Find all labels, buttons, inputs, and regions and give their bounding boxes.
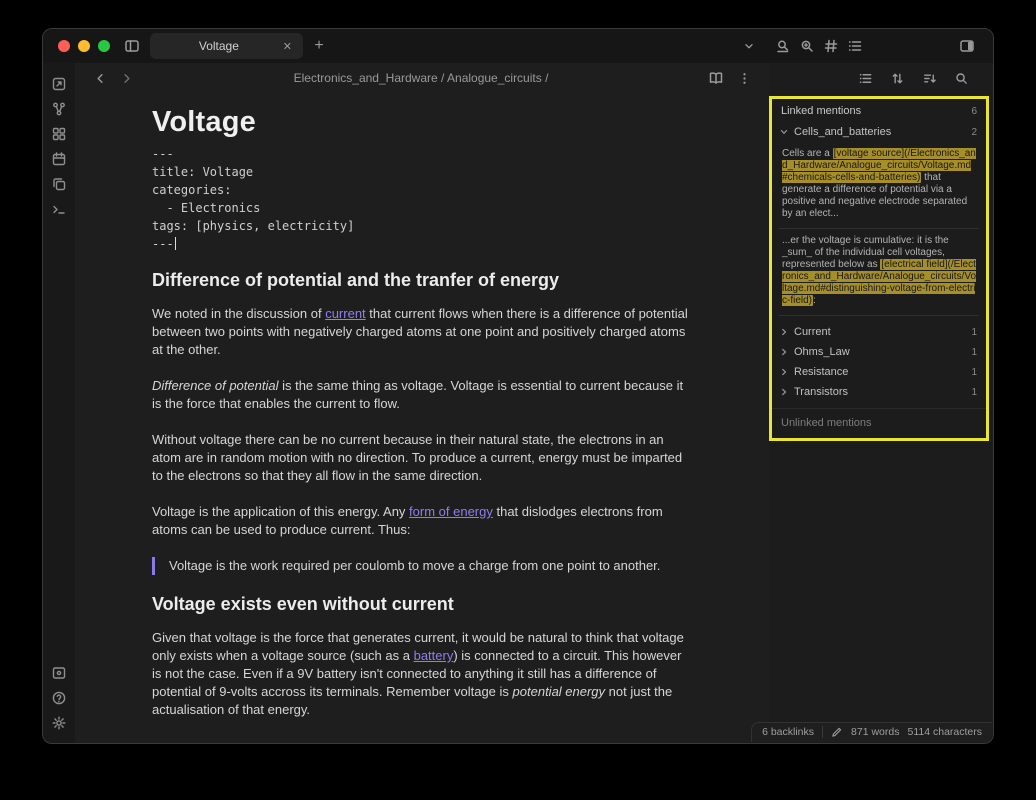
- status-backlinks: 6 backlinks: [762, 726, 814, 738]
- chevron-right-icon: [779, 367, 789, 377]
- backlink-list-icon[interactable]: [855, 69, 875, 89]
- nav-forward-icon[interactable]: [115, 67, 137, 89]
- find-icon[interactable]: [771, 34, 795, 58]
- status-bar: 6 backlinks 871 words 5114 characters: [751, 722, 992, 742]
- view-header: Electronics_and_Hardware / Analogue_circ…: [75, 63, 769, 93]
- expand-collapse-icon[interactable]: [887, 69, 907, 89]
- find-replace-icon[interactable]: [795, 34, 819, 58]
- backlink-group-transistors[interactable]: Transistors 1: [772, 382, 986, 402]
- backlinks-toolbar: [769, 63, 993, 94]
- internal-link-battery[interactable]: battery: [414, 648, 454, 663]
- backlink-group-label: Cells_and_batteries: [794, 126, 891, 138]
- chevron-right-icon: [779, 327, 789, 337]
- breadcrumb[interactable]: Electronics_and_Hardware / Analogue_circ…: [137, 71, 705, 85]
- paragraph: We noted in the discussion of current th…: [152, 305, 692, 359]
- new-tab-button[interactable]: +: [307, 34, 331, 58]
- backlink-group-current[interactable]: Current 1: [772, 322, 986, 342]
- frontmatter-line: categories:: [152, 181, 692, 199]
- search-icon[interactable]: [951, 69, 971, 89]
- backlink-group-count: 1: [971, 327, 977, 338]
- internal-link-form-of-energy[interactable]: form of energy: [409, 504, 493, 519]
- sort-order-icon[interactable]: [919, 69, 939, 89]
- ribbon: [43, 63, 75, 743]
- chevron-right-icon: [779, 387, 789, 397]
- backlink-result[interactable]: Cells are a [voltage source](/Electronic…: [779, 142, 979, 229]
- annotation-highlight: Linked mentions 6 Cells_and_batteries 2 …: [769, 96, 989, 441]
- settings-gear-icon[interactable]: [47, 714, 71, 731]
- nav-back-icon[interactable]: [89, 67, 111, 89]
- backlink-group-count: 1: [971, 347, 977, 358]
- tab-voltage[interactable]: Voltage ✕: [150, 33, 303, 59]
- paragraph: Given that voltage is the force that gen…: [152, 629, 692, 719]
- frontmatter-line: ---: [152, 235, 692, 253]
- backlink-group-cells-and-batteries[interactable]: Cells_and_batteries 2: [772, 122, 986, 142]
- backlink-group-label: Resistance: [794, 366, 848, 378]
- tab-title: Voltage: [158, 39, 280, 53]
- zoom-window-button[interactable]: [98, 40, 110, 52]
- quick-switcher-icon[interactable]: [47, 75, 71, 92]
- backlink-result[interactable]: ...er the voltage is cumulative: it is t…: [779, 229, 979, 316]
- blockquote-text: Voltage is the work required per coulomb…: [169, 557, 692, 575]
- paragraph: Without voltage there can be no current …: [152, 431, 692, 485]
- status-divider: [822, 726, 823, 738]
- note-title: Voltage: [152, 113, 692, 131]
- backlinks-panel: Linked mentions 6 Cells_and_batteries 2 …: [772, 99, 986, 438]
- traffic-lights: [43, 40, 110, 52]
- templates-copy-icon[interactable]: [47, 175, 71, 192]
- status-word-count: 871 words: [851, 726, 899, 738]
- more-options-icon[interactable]: [733, 67, 755, 89]
- minimize-window-button[interactable]: [78, 40, 90, 52]
- backlink-group-label: Ohms_Law: [794, 346, 850, 358]
- frontmatter-line: - Electronics: [152, 199, 692, 217]
- pencil-icon: [831, 726, 843, 738]
- bullet-list-icon[interactable]: [843, 34, 867, 58]
- tab-close-icon[interactable]: ✕: [280, 38, 295, 55]
- paragraph: Voltage is the application of this energ…: [152, 503, 692, 539]
- backlink-group-count: 2: [971, 127, 977, 138]
- backlink-group-count: 1: [971, 367, 977, 378]
- graph-view-icon[interactable]: [47, 100, 71, 117]
- frontmatter-line: ---: [152, 145, 692, 163]
- status-char-count: 5114 characters: [907, 726, 982, 738]
- close-window-button[interactable]: [58, 40, 70, 52]
- backlink-group-ohms-law[interactable]: Ohms_Law 1: [772, 342, 986, 362]
- paragraph: Difference of potential is the same thin…: [152, 377, 692, 413]
- vault-switcher-icon[interactable]: [47, 664, 71, 681]
- right-sidebar: Linked mentions 6 Cells_and_batteries 2 …: [769, 63, 993, 743]
- unlinked-mentions-header[interactable]: Unlinked mentions: [772, 408, 986, 438]
- frontmatter-line: tags: [physics, electricity]: [152, 217, 692, 235]
- section-heading: Voltage exists even without current: [152, 595, 692, 613]
- main-pane: Electronics_and_Hardware / Analogue_circ…: [75, 63, 769, 743]
- linked-mentions-label: Linked mentions: [781, 105, 861, 117]
- terminal-icon[interactable]: [47, 200, 71, 217]
- internal-link-current[interactable]: current: [325, 306, 365, 321]
- linked-mentions-header[interactable]: Linked mentions 6: [772, 99, 986, 122]
- hashtag-icon[interactable]: [819, 34, 843, 58]
- backlink-group-resistance[interactable]: Resistance 1: [772, 362, 986, 382]
- tab-list-chevron-icon[interactable]: [737, 34, 761, 58]
- linked-mentions-count: 6: [971, 106, 977, 117]
- blockquote: Voltage is the work required per coulomb…: [152, 557, 692, 575]
- editor[interactable]: Voltage --- title: Voltage categories: -…: [75, 93, 769, 743]
- titlebar: Voltage ✕ +: [43, 29, 993, 63]
- chevron-down-icon: [779, 127, 789, 137]
- section-heading: Difference of potential and the tranfer …: [152, 271, 692, 289]
- canvas-grid-icon[interactable]: [47, 125, 71, 142]
- backlink-group-label: Current: [794, 326, 831, 338]
- daily-note-calendar-icon[interactable]: [47, 150, 71, 167]
- titlebar-actions: [737, 29, 993, 63]
- backlink-group-count: 1: [971, 387, 977, 398]
- reading-view-book-icon[interactable]: [705, 67, 727, 89]
- text-caret: [175, 237, 177, 250]
- frontmatter-block[interactable]: --- title: Voltage categories: - Electro…: [152, 145, 692, 253]
- backlink-group-label: Transistors: [794, 386, 848, 398]
- help-icon[interactable]: [47, 689, 71, 706]
- chevron-right-icon: [779, 347, 789, 357]
- right-sidebar-toggle-icon[interactable]: [955, 34, 979, 58]
- frontmatter-line: title: Voltage: [152, 163, 692, 181]
- left-sidebar-toggle-icon[interactable]: [120, 34, 144, 58]
- app-window: Voltage ✕ +: [42, 28, 994, 744]
